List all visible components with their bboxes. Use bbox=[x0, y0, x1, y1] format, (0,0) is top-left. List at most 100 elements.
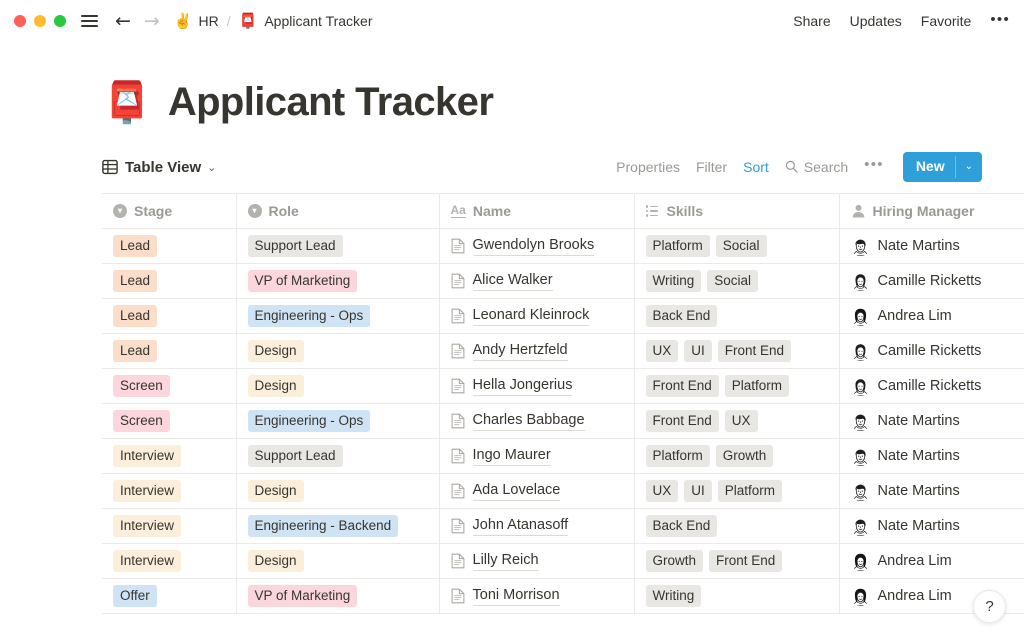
table-row[interactable]: Lead Engineering - Ops Leonard Kleinrock Ba… bbox=[102, 298, 1024, 334]
cell-name[interactable]: Hella Jongerius bbox=[439, 368, 635, 404]
cell-hiring-manager[interactable]: Camille Ricketts bbox=[839, 333, 1024, 369]
cell-skills[interactable]: Platform Growth bbox=[634, 438, 840, 474]
cell-hiring-manager[interactable]: Andrea Lim bbox=[839, 543, 1024, 579]
close-window-button[interactable] bbox=[14, 15, 26, 27]
applicant-name-link[interactable]: Toni Morrison bbox=[472, 586, 560, 606]
cell-hiring-manager[interactable]: Nate Martins bbox=[839, 473, 1024, 509]
new-button[interactable]: New ⌄ bbox=[902, 152, 982, 182]
cell-role[interactable]: Engineering - Ops bbox=[236, 403, 440, 439]
help-button[interactable]: ? bbox=[973, 590, 1006, 623]
tab-table-view[interactable]: Table View ⌄ bbox=[102, 159, 216, 176]
cell-skills[interactable]: Platform Social bbox=[634, 228, 840, 264]
breadcrumb-page[interactable]: Applicant Tracker bbox=[264, 13, 372, 29]
maximize-window-button[interactable] bbox=[54, 15, 66, 27]
cell-role[interactable]: Design bbox=[236, 473, 440, 509]
properties-button[interactable]: Properties bbox=[616, 159, 680, 175]
cell-stage[interactable]: Offer bbox=[102, 578, 237, 614]
cell-name[interactable]: Andy Hertzfeld bbox=[439, 333, 635, 369]
column-header-name[interactable]: Aa Name bbox=[439, 193, 635, 229]
cell-role[interactable]: Design bbox=[236, 543, 440, 579]
table-row[interactable]: Interview Support Lead Ingo Maurer Platform… bbox=[102, 438, 1024, 474]
applicant-name-link[interactable]: Alice Walker bbox=[472, 271, 553, 291]
column-header-skills[interactable]: Skills bbox=[634, 193, 840, 229]
share-button[interactable]: Share bbox=[793, 13, 830, 29]
filter-button[interactable]: Filter bbox=[696, 159, 727, 175]
table-row[interactable]: Interview Engineering - Backend John Atana… bbox=[102, 508, 1024, 544]
forward-arrow-icon[interactable]: → bbox=[144, 11, 160, 31]
applicant-name-link[interactable]: Ingo Maurer bbox=[472, 446, 551, 466]
cell-name[interactable]: Ingo Maurer bbox=[439, 438, 635, 474]
cell-skills[interactable]: Writing bbox=[634, 578, 840, 614]
cell-role[interactable]: Support Lead bbox=[236, 228, 440, 264]
cell-skills[interactable]: Back End bbox=[634, 508, 840, 544]
cell-role[interactable]: VP of Marketing bbox=[236, 263, 440, 299]
search-button[interactable]: Search bbox=[785, 159, 848, 175]
cell-hiring-manager[interactable]: Camille Ricketts bbox=[839, 263, 1024, 299]
cell-skills[interactable]: Front End UX bbox=[634, 403, 840, 439]
applicant-name-link[interactable]: Hella Jongerius bbox=[472, 376, 573, 396]
cell-hiring-manager[interactable]: Camille Ricketts bbox=[839, 368, 1024, 404]
cell-skills[interactable]: Back End bbox=[634, 298, 840, 334]
cell-role[interactable]: Engineering - Backend bbox=[236, 508, 440, 544]
minimize-window-button[interactable] bbox=[34, 15, 46, 27]
cell-hiring-manager[interactable]: Nate Martins bbox=[839, 228, 1024, 264]
more-options-icon[interactable]: ••• bbox=[990, 12, 1010, 31]
cell-hiring-manager[interactable]: Nate Martins bbox=[839, 438, 1024, 474]
cell-stage[interactable]: Interview bbox=[102, 508, 237, 544]
applicant-name-link[interactable]: Lilly Reich bbox=[472, 551, 539, 571]
applicant-name-link[interactable]: Ada Lovelace bbox=[472, 481, 561, 501]
cell-name[interactable]: Ada Lovelace bbox=[439, 473, 635, 509]
cell-role[interactable]: Support Lead bbox=[236, 438, 440, 474]
table-row[interactable]: Interview Design Lilly Reich Growth Front En… bbox=[102, 543, 1024, 579]
cell-stage[interactable]: Lead bbox=[102, 263, 237, 299]
cell-name[interactable]: John Atanasoff bbox=[439, 508, 635, 544]
table-row[interactable]: Offer VP of Marketing Toni Morrison Writing… bbox=[102, 578, 1024, 614]
chevron-down-icon[interactable]: ⌄ bbox=[207, 161, 216, 174]
applicant-name-link[interactable]: Leonard Kleinrock bbox=[472, 306, 590, 326]
cell-stage[interactable]: Interview bbox=[102, 543, 237, 579]
cell-role[interactable]: Engineering - Ops bbox=[236, 298, 440, 334]
updates-button[interactable]: Updates bbox=[850, 13, 902, 29]
cell-stage[interactable]: Lead bbox=[102, 298, 237, 334]
cell-skills[interactable]: Growth Front End bbox=[634, 543, 840, 579]
cell-stage[interactable]: Lead bbox=[102, 228, 237, 264]
cell-name[interactable]: Lilly Reich bbox=[439, 543, 635, 579]
cell-skills[interactable]: UX UI Platform bbox=[634, 473, 840, 509]
sort-button[interactable]: Sort bbox=[743, 159, 769, 175]
table-row[interactable]: Lead VP of Marketing Alice Walker Writing So… bbox=[102, 263, 1024, 299]
cell-hiring-manager[interactable]: Nate Martins bbox=[839, 403, 1024, 439]
applicant-name-link[interactable]: Andy Hertzfeld bbox=[472, 341, 568, 361]
table-row[interactable]: Screen Engineering - Ops Charles Babbage Fr… bbox=[102, 403, 1024, 439]
applicant-name-link[interactable]: Charles Babbage bbox=[472, 411, 585, 431]
column-header-hiring-manager[interactable]: Hiring Manager bbox=[839, 193, 1024, 229]
cell-stage[interactable]: Interview bbox=[102, 438, 237, 474]
cell-name[interactable]: Leonard Kleinrock bbox=[439, 298, 635, 334]
cell-stage[interactable]: Lead bbox=[102, 333, 237, 369]
back-arrow-icon[interactable]: ← bbox=[115, 11, 131, 31]
cell-hiring-manager[interactable]: Nate Martins bbox=[839, 508, 1024, 544]
breadcrumb-workspace[interactable]: HR bbox=[199, 13, 219, 29]
table-row[interactable]: Lead Support Lead Gwendolyn Brooks Platform… bbox=[102, 228, 1024, 264]
cell-name[interactable]: Toni Morrison bbox=[439, 578, 635, 614]
sidebar-toggle-icon[interactable] bbox=[80, 12, 99, 29]
applicant-name-link[interactable]: John Atanasoff bbox=[472, 516, 569, 536]
cell-role[interactable]: Design bbox=[236, 333, 440, 369]
cell-stage[interactable]: Screen bbox=[102, 368, 237, 404]
new-button-chevron-down-icon[interactable]: ⌄ bbox=[956, 152, 982, 182]
cell-skills[interactable]: Front End Platform bbox=[634, 368, 840, 404]
cell-role[interactable]: VP of Marketing bbox=[236, 578, 440, 614]
cell-name[interactable]: Gwendolyn Brooks bbox=[439, 228, 635, 264]
cell-skills[interactable]: Writing Social bbox=[634, 263, 840, 299]
cell-stage[interactable]: Screen bbox=[102, 403, 237, 439]
toolbar-more-icon[interactable]: ••• bbox=[864, 157, 884, 177]
table-row[interactable]: Lead Design Andy Hertzfeld UX UI Front End Cam… bbox=[102, 333, 1024, 369]
favorite-button[interactable]: Favorite bbox=[921, 13, 972, 29]
cell-name[interactable]: Charles Babbage bbox=[439, 403, 635, 439]
page-title-emoji-icon[interactable]: 📮 bbox=[102, 83, 152, 123]
table-row[interactable]: Screen Design Hella Jongerius Front End Plat… bbox=[102, 368, 1024, 404]
applicant-name-link[interactable]: Gwendolyn Brooks bbox=[472, 236, 595, 256]
table-row[interactable]: Interview Design Ada Lovelace UX UI Platform N… bbox=[102, 473, 1024, 509]
cell-name[interactable]: Alice Walker bbox=[439, 263, 635, 299]
cell-hiring-manager[interactable]: Andrea Lim bbox=[839, 298, 1024, 334]
cell-role[interactable]: Design bbox=[236, 368, 440, 404]
